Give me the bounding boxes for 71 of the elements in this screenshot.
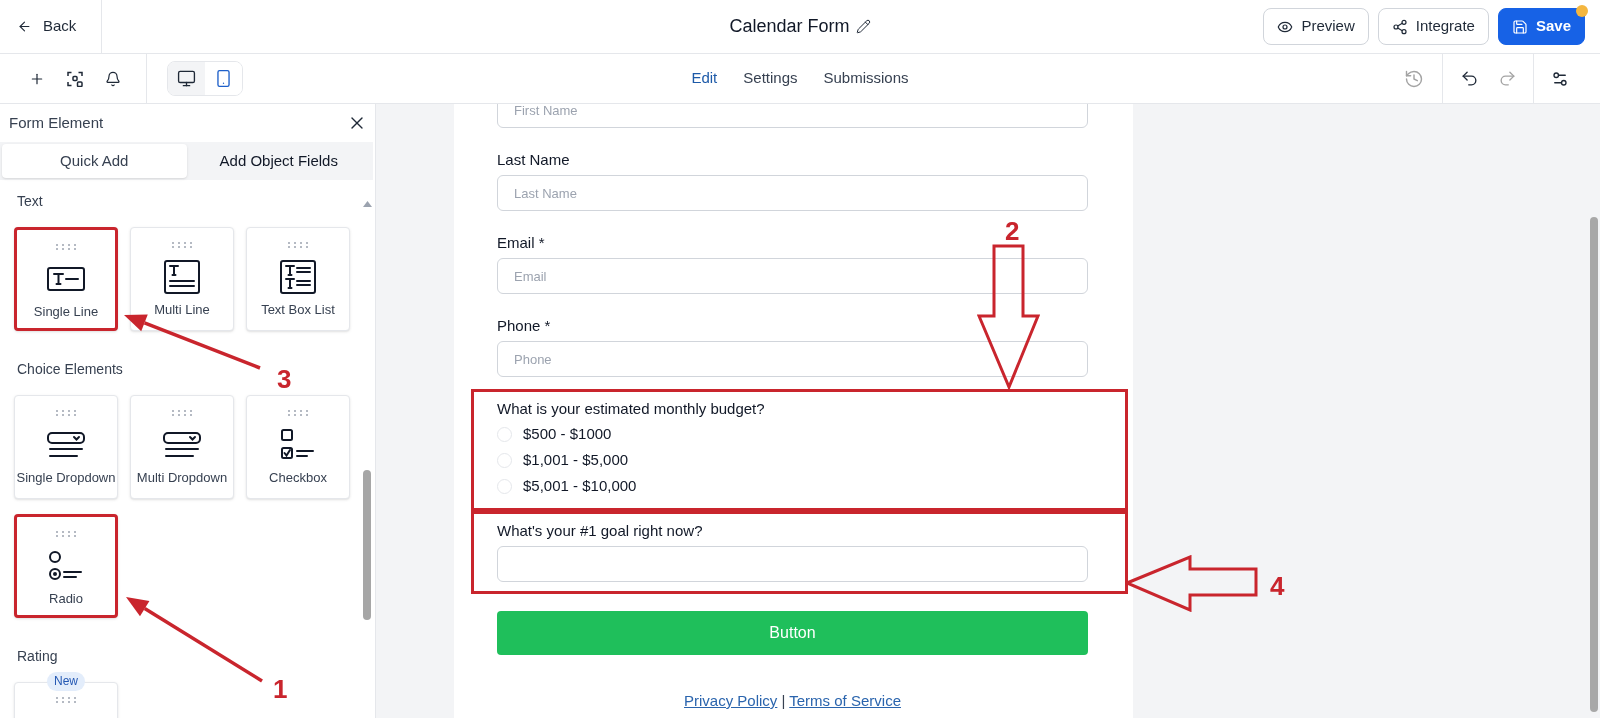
annotation-number: 1 [273, 676, 288, 702]
field-label: What's your #1 goal right now? [497, 521, 703, 541]
element-card[interactable]: Radio [14, 514, 118, 618]
pencil-icon[interactable] [855, 19, 871, 34]
save-icon [1511, 18, 1528, 35]
tab[interactable]: Settings [743, 63, 798, 94]
tab[interactable]: Submissions [823, 63, 909, 94]
drag-handle-icon [55, 244, 77, 250]
field-label: Email * [497, 233, 545, 253]
grid-nodes-icon [67, 70, 83, 87]
tab[interactable]: Quick Add [2, 144, 187, 178]
drag-handle-icon [55, 697, 77, 703]
scroll-up-icon [363, 201, 372, 207]
link-separator: | [781, 691, 786, 711]
field-label: Phone * [497, 316, 551, 336]
drag-handle-icon [55, 410, 77, 416]
annotation-number: 2 [1005, 218, 1020, 244]
form-title: Calendar Form [729, 15, 850, 38]
scrollbar-thumb[interactable] [363, 470, 371, 620]
scrollbar-thumb[interactable] [1590, 217, 1598, 712]
option-label: $5,001 - $10,000 [523, 476, 637, 496]
section-heading: Rating [17, 647, 58, 666]
link[interactable]: Terms of Service [789, 691, 901, 711]
text-input[interactable] [497, 546, 1088, 582]
text-input[interactable]: Last Name [497, 175, 1088, 211]
element-card[interactable]: Multi Line [130, 227, 234, 331]
field-label: What is your estimated monthly budget? [497, 399, 765, 419]
tab[interactable]: Edit [691, 63, 718, 94]
text-field-icon [47, 267, 85, 291]
element-card[interactable]: Text Box List [246, 227, 350, 331]
redo-icon [1497, 69, 1517, 88]
share-icon [1391, 18, 1408, 35]
history-icon [1404, 68, 1424, 89]
back-button[interactable]: Back [0, 0, 102, 53]
text-input[interactable]: First Name [497, 104, 1088, 128]
text-area-icon [164, 260, 200, 294]
panel-title: Form Element [9, 112, 104, 133]
drag-handle-icon [287, 410, 309, 416]
drag-handle-icon [55, 531, 77, 537]
save-button[interactable]: Save [1497, 8, 1585, 45]
annotation-number: 3 [277, 366, 292, 392]
monitor-icon [177, 69, 196, 88]
drag-handle-icon [287, 242, 309, 248]
phone-icon [214, 69, 233, 88]
element-card[interactable]: Single Line [14, 227, 118, 331]
text-input[interactable]: Email [497, 258, 1088, 294]
checkbox-icon [281, 429, 315, 461]
section-heading: Choice Elements [17, 360, 123, 379]
element-card[interactable]: Checkbox [246, 395, 350, 499]
section-heading: Text [17, 192, 43, 211]
field-label: Last Name [497, 150, 570, 170]
drag-handle-icon [171, 410, 193, 416]
new-badge: New [47, 672, 85, 691]
element-card[interactable]: Multi Dropdown [130, 395, 234, 499]
element-card[interactable]: Single Dropdown [14, 395, 118, 499]
radio-icon [49, 551, 83, 581]
settings-icon [1551, 69, 1569, 88]
desktop-view-button[interactable] [168, 62, 205, 95]
tab[interactable]: Add Object Fields [186, 144, 371, 178]
text-input[interactable]: Phone [497, 341, 1088, 377]
preview-button[interactable]: Preview [1263, 8, 1369, 45]
option-label: $500 - $1000 [523, 424, 612, 444]
integrate-button[interactable]: Integrate [1377, 8, 1489, 45]
bell-icon [105, 70, 121, 87]
dropdown-icon [47, 432, 85, 458]
annotation-number: 4 [1270, 573, 1285, 599]
drag-handle-icon [171, 242, 193, 248]
option-label: $1,001 - $5,000 [523, 450, 629, 470]
dropdown-icon [163, 432, 201, 458]
link[interactable]: Privacy Policy [684, 691, 778, 711]
text-list-icon [280, 260, 316, 294]
